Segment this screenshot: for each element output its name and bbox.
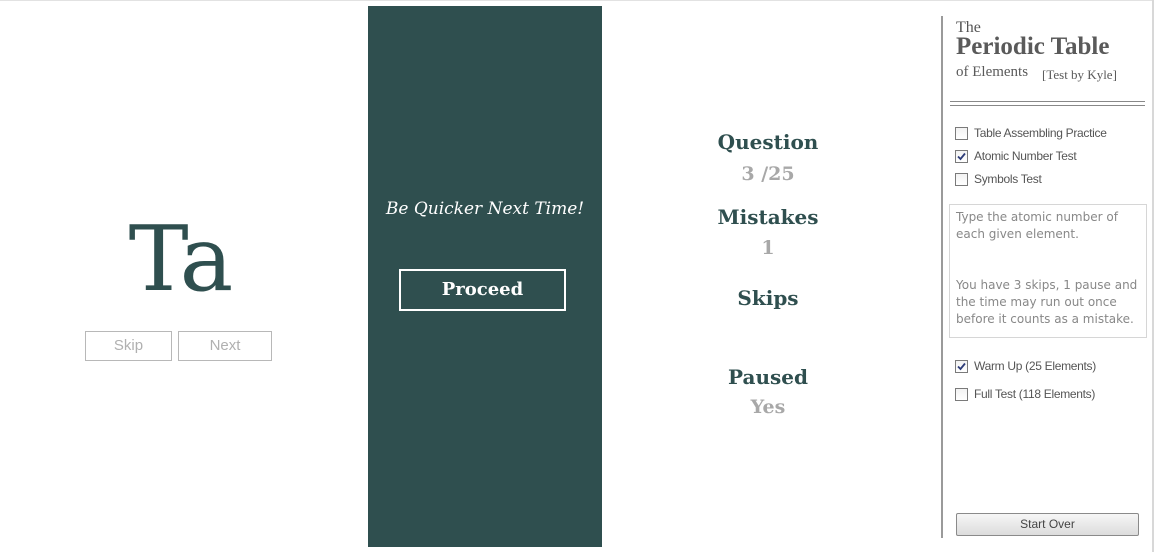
title-rule xyxy=(950,101,1145,102)
paused-value: Yes xyxy=(750,396,786,418)
description-text: Type the atomic number of each given ele… xyxy=(956,210,1118,241)
skip-button[interactable]: Skip xyxy=(85,331,172,361)
check-icon xyxy=(957,152,966,160)
size-label: Warm Up (25 Elements) xyxy=(974,359,1096,373)
checkbox[interactable] xyxy=(955,172,968,186)
element-symbol: Ta xyxy=(128,207,234,312)
mistakes-label: Mistakes xyxy=(717,205,819,229)
question-value: 3 /25 xyxy=(741,163,795,185)
checkbox[interactable] xyxy=(955,126,968,140)
size-warm-up[interactable]: Warm Up (25 Elements) xyxy=(955,358,1096,374)
skips-label: Skips xyxy=(737,286,799,310)
title-rule xyxy=(950,105,1145,106)
start-over-button[interactable]: Start Over xyxy=(956,513,1139,536)
next-button[interactable]: Next xyxy=(178,331,272,361)
question-label: Question xyxy=(717,130,819,154)
app-subtitle: of Elements xyxy=(956,64,1029,80)
size-label: Full Test (118 Elements) xyxy=(974,387,1096,401)
app-title: Periodic Table xyxy=(956,33,1110,60)
checkbox[interactable] xyxy=(955,387,968,401)
app-author: [Test by Kyle] xyxy=(1042,67,1117,82)
feedback-panel: Be Quicker Next Time! Proceed xyxy=(368,6,602,547)
checkbox[interactable] xyxy=(955,359,968,373)
description-rules: You have 3 skips, 1 pause and the time m… xyxy=(956,278,1138,326)
feedback-message: Be Quicker Next Time! xyxy=(385,199,585,219)
mode-label: Table Assembling Practice xyxy=(974,126,1107,140)
mode-label: Atomic Number Test xyxy=(974,149,1077,163)
mode-atomic-number[interactable]: Atomic Number Test xyxy=(955,148,1077,164)
mistakes-value: 1 xyxy=(761,237,775,259)
mode-table-assembling[interactable]: Table Assembling Practice xyxy=(955,125,1107,141)
mode-description: Type the atomic number of each given ele… xyxy=(949,204,1147,338)
proceed-button[interactable]: Proceed xyxy=(399,269,566,311)
sidebar-divider xyxy=(941,16,943,538)
window-top-border xyxy=(0,0,1154,1)
checkbox[interactable] xyxy=(955,149,968,163)
paused-label: Paused xyxy=(728,365,808,389)
check-icon xyxy=(957,362,966,370)
mode-symbols[interactable]: Symbols Test xyxy=(955,171,1042,187)
mode-label: Symbols Test xyxy=(974,172,1042,186)
size-full-test[interactable]: Full Test (118 Elements) xyxy=(955,386,1095,402)
